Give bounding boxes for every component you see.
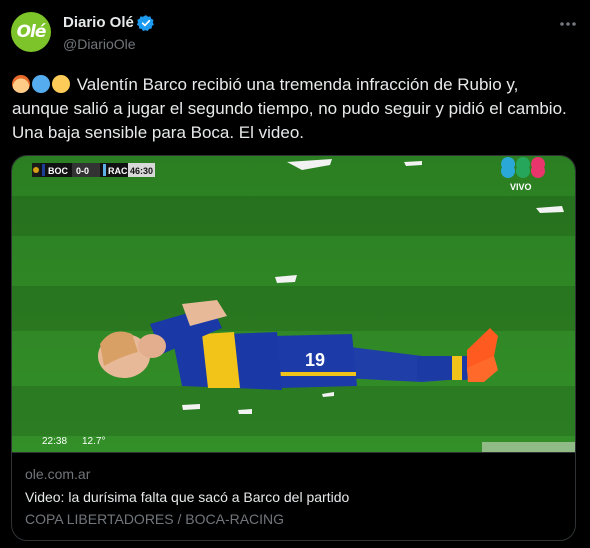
more-horizontal-icon — [560, 22, 576, 26]
yellow-circle-emoji — [52, 75, 70, 93]
score-away-team: RAC — [108, 166, 128, 176]
author-handle[interactable]: @DiarioOle — [63, 36, 136, 52]
broadcast-temperature: 12.7° — [82, 436, 105, 447]
broadcast-clock: 22:38 — [42, 436, 67, 447]
link-description: COPA LIBERTADORES / BOCA-RACING — [25, 511, 285, 527]
more-options-button[interactable] — [556, 12, 580, 36]
video-thumbnail[interactable]: BOC 0-0 RAC 46:30 VIVO 19 22:38 12.7° — [12, 156, 576, 452]
tweet-text-block: Valentín Barco recibió una tremenda infr… — [12, 73, 577, 145]
author-name[interactable]: Diario Olé — [63, 14, 134, 31]
boy-emoji — [12, 75, 30, 93]
link-domain: ole.com.ar — [25, 466, 91, 482]
blue-circle-emoji — [32, 75, 50, 93]
ad-board-line — [482, 442, 575, 452]
tweet-text: Valentín Barco recibió una tremenda infr… — [12, 75, 567, 142]
score-home-team: BOC — [48, 166, 69, 176]
verified-badge-icon — [137, 15, 154, 32]
link-card[interactable]: BOC 0-0 RAC 46:30 VIVO 19 22:38 12.7° ol… — [11, 155, 576, 541]
tweet[interactable]: Olé Diario Olé @DiarioOle Valentín Barco… — [0, 0, 590, 548]
link-title[interactable]: Video: la durísima falta que sacó a Barc… — [25, 489, 349, 505]
grass-stripes — [12, 196, 575, 436]
scoreboard: BOC 0-0 RAC 46:30 — [32, 163, 155, 177]
jersey-number: 19 — [305, 350, 325, 370]
live-label: VIVO — [510, 182, 532, 192]
avatar[interactable]: Olé — [11, 12, 51, 52]
avatar-logo-text: Olé — [16, 22, 47, 42]
match-time: 46:30 — [130, 166, 153, 176]
link-card-meta[interactable]: ole.com.ar Video: la durísima falta que … — [12, 452, 575, 540]
score-value: 0-0 — [76, 166, 89, 176]
